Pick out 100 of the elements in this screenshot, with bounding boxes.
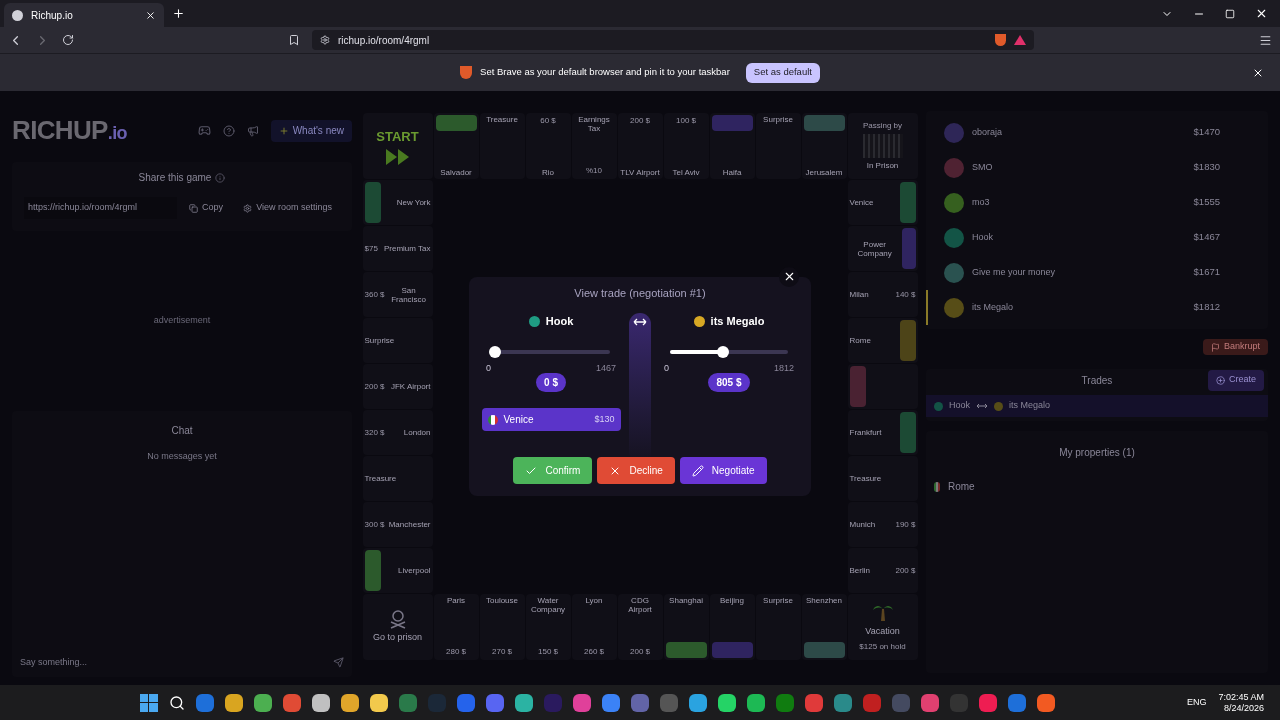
tile-price: 270 $: [492, 646, 512, 658]
create-button[interactable]: Create: [1208, 369, 1264, 391]
tab-title: Richup.io: [31, 8, 74, 23]
ad-label: advertisement: [153, 314, 211, 328]
app-icon[interactable]: [1036, 693, 1055, 712]
tile-name: Venice: [849, 198, 874, 207]
app-icon[interactable]: [224, 693, 243, 712]
player-row[interactable]: oboraja $1470: [926, 115, 1268, 150]
menu-icon[interactable]: [1259, 33, 1272, 47]
trade-row[interactable]: Hook its Megalo: [926, 395, 1268, 417]
tile-name: Beijing: [720, 596, 744, 605]
app-icon[interactable]: [311, 693, 330, 712]
properties-title: My properties (1): [1059, 447, 1135, 458]
corner-sub: In Prison: [866, 160, 899, 172]
app-icon[interactable]: [514, 693, 533, 712]
tile-name: Surprise: [364, 336, 395, 345]
trade-to: its Megalo: [1009, 399, 1051, 413]
tile-name: Power Company: [856, 239, 893, 258]
clock-date[interactable]: 8/24/2026: [1223, 702, 1264, 714]
start-icon[interactable]: [139, 693, 158, 712]
corner-label: Go to prison: [373, 631, 422, 645]
player-money: $1470: [1193, 125, 1220, 140]
dialog-title: View trade (negotiation #1): [574, 285, 706, 301]
action-button[interactable]: Negotiate: [679, 457, 767, 485]
tile-price: 200 $: [364, 380, 385, 393]
reload-icon[interactable]: [62, 34, 74, 46]
tile-price: 360 $: [364, 288, 385, 301]
app-icon[interactable]: [601, 693, 620, 712]
send-icon[interactable]: [333, 656, 344, 668]
player-name: SMO: [972, 160, 994, 174]
app-icon[interactable]: [253, 693, 272, 712]
tile-name: Treasure: [486, 115, 518, 124]
tile-name: Frankfurt: [849, 428, 882, 437]
player-name: its Megalo: [972, 300, 1015, 314]
app-icon[interactable]: [340, 693, 359, 712]
app-icon[interactable]: [572, 693, 591, 712]
slider-min: 0: [664, 361, 669, 375]
app-icon[interactable]: [717, 693, 736, 712]
shield-icon[interactable]: [995, 34, 1006, 46]
amount-badge: 0 $: [536, 373, 566, 393]
copy-button[interactable]: Copy: [181, 197, 232, 219]
chat-title: Chat: [171, 424, 193, 438]
room-settings-button[interactable]: View room settings: [235, 197, 340, 219]
close-icon[interactable]: [145, 9, 156, 21]
tile-name: Water Company: [529, 596, 567, 614]
settings-icon: [243, 203, 253, 213]
double-arrow-icon: [385, 148, 410, 165]
tile-name: Earnings Tax: [577, 115, 611, 133]
chat-empty-text: No messages yet: [147, 450, 217, 463]
tile-name: Treasure: [849, 474, 882, 483]
browser-tab[interactable]: Richup.io: [4, 3, 164, 27]
close-icon[interactable]: [1255, 7, 1268, 20]
tile-price: 150 $: [538, 646, 558, 658]
bankrupt-button[interactable]: Bankrupt: [1202, 339, 1268, 355]
clock-time[interactable]: 7:02:45 AM: [1218, 691, 1264, 703]
tile-name: Lyon: [585, 596, 603, 605]
corner-sub: $125 on hold: [859, 640, 906, 653]
tile-name: Jerusalem: [805, 168, 843, 177]
player-row[interactable]: Hook $1467: [926, 220, 1268, 255]
tile-name: Liverpool: [398, 566, 431, 575]
tile-name: Salvador: [440, 168, 472, 177]
slider-thumb[interactable]: [489, 345, 501, 358]
megaphone-icon[interactable]: [246, 124, 259, 137]
chat-input[interactable]: Say something...: [20, 651, 333, 673]
bookmark-icon[interactable]: [288, 34, 300, 46]
tile-price: 200 $: [895, 564, 916, 577]
plus-icon: [1216, 375, 1225, 385]
swap-arrows-icon: [976, 402, 988, 410]
slider-thumb[interactable]: [716, 345, 729, 358]
maximize-icon[interactable]: [1225, 8, 1235, 19]
tile-name: Surprise: [763, 596, 793, 605]
gamepad-icon[interactable]: [197, 124, 211, 137]
language-indicator[interactable]: ENG: [1186, 695, 1207, 710]
plus-icon: [278, 125, 289, 136]
slider-min: 0: [486, 361, 491, 375]
tile-name: Tel Aviv: [672, 168, 700, 177]
player-money: $1830: [1193, 160, 1220, 175]
player-row[interactable]: SMO $1830: [926, 150, 1268, 185]
app-icon[interactable]: [688, 693, 707, 712]
tile-price: 200 $: [630, 646, 650, 658]
whats-new-button[interactable]: What's new: [270, 119, 352, 142]
action-button[interactable]: Decline: [597, 457, 675, 485]
site-settings-icon[interactable]: [320, 35, 330, 45]
address-bar[interactable]: richup.io/room/4rgml: [312, 30, 1034, 50]
app-icon[interactable]: [746, 693, 765, 712]
room-url-field[interactable]: https://richup.io/room/4rgml: [24, 197, 178, 219]
tile-price: 280 $: [446, 646, 466, 658]
player-name: oboraja: [972, 125, 1004, 139]
player-row[interactable]: its Megalo $1812: [926, 290, 1268, 325]
tile-sub: %10: [586, 165, 602, 177]
tile-price: $75: [364, 242, 378, 255]
new-tab-icon[interactable]: [172, 7, 185, 20]
close-button[interactable]: [779, 266, 799, 287]
player-name: mo3: [972, 195, 991, 209]
app-icon[interactable]: [369, 693, 388, 712]
set-default-button[interactable]: Set as default: [745, 62, 820, 83]
search-icon[interactable]: [168, 694, 185, 711]
property-card[interactable]: Venice $130: [481, 408, 621, 432]
player-row[interactable]: Give me your money $1671: [926, 255, 1268, 290]
player-row[interactable]: mo3 $1555: [926, 185, 1268, 220]
